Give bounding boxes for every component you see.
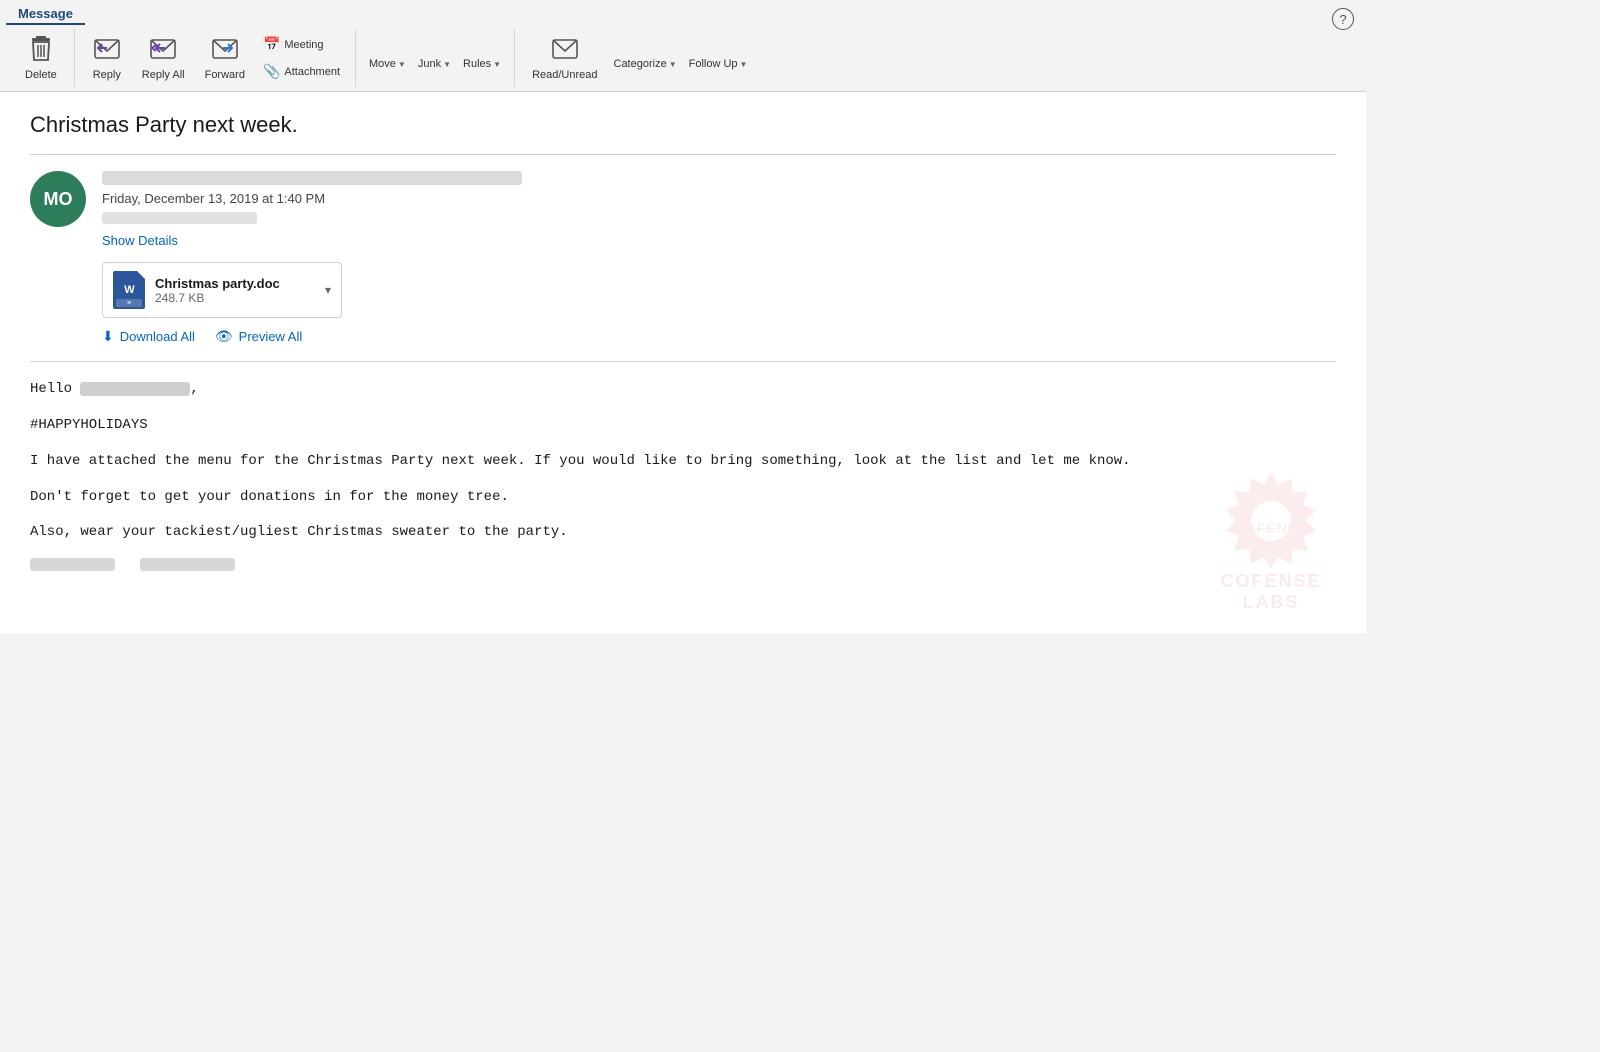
meeting-attachment-group: 📅 Meeting 📎 Attachment: [256, 32, 347, 84]
forward-label: Forward: [205, 68, 245, 82]
email-date: Friday, December 13, 2019 at 1:40 PM: [102, 191, 1336, 206]
rules-label: Rules: [463, 58, 491, 70]
forward-button[interactable]: Forward: [196, 29, 254, 87]
reply-icon: [93, 34, 121, 66]
body-signature: [30, 557, 1336, 581]
watermark: COFENSE COFENSE LABS: [1196, 463, 1346, 613]
rules-button[interactable]: Rules ▼: [458, 41, 506, 75]
move-button[interactable]: Move ▼: [364, 41, 411, 75]
junk-dropdown-arrow: ▼: [443, 60, 451, 69]
categorize-label: Categorize: [614, 58, 667, 70]
attachment-size: 248.7 KB: [155, 291, 315, 305]
email-subject: Christmas Party next week.: [30, 112, 1336, 138]
help-button[interactable]: ?: [1332, 8, 1354, 30]
reply-label: Reply: [93, 68, 121, 82]
move-label: Move: [369, 58, 396, 70]
read-unread-button[interactable]: Read/Unread: [523, 29, 606, 87]
follow-up-label: Follow Up: [689, 58, 738, 70]
meeting-button[interactable]: 📅 Meeting: [256, 32, 347, 57]
ribbon: Message ? Del: [0, 0, 1366, 92]
forward-icon: [211, 34, 239, 66]
attachment-name: Christmas party.doc: [155, 276, 315, 291]
attachment-section: W ≡ Christmas party.doc 248.7 KB ▾ ⬇ Dow…: [102, 262, 1336, 345]
download-icon: ⬇: [102, 328, 114, 345]
sig-name-blurred: [30, 558, 115, 571]
email-body: Hello , #HAPPYHOLIDAYS I have attached t…: [30, 378, 1336, 613]
sender-details: Friday, December 13, 2019 at 1:40 PM Sho…: [102, 171, 1336, 250]
junk-button[interactable]: Junk ▼: [413, 41, 456, 75]
recipient-blurred: [102, 212, 257, 224]
attachment-button[interactable]: 📎 Attachment: [256, 59, 347, 84]
follow-up-button[interactable]: Follow Up ▼: [684, 41, 753, 75]
body-hashtag: #HAPPYHOLIDAYS: [30, 414, 1336, 438]
move-dropdown-arrow: ▼: [398, 60, 406, 69]
delete-icon: [27, 34, 55, 66]
read-unread-label: Read/Unread: [532, 68, 597, 82]
preview-icon: 👁: [215, 328, 233, 345]
reply-all-button[interactable]: Reply All: [133, 29, 194, 87]
categorize-button[interactable]: Categorize ▼: [609, 41, 682, 75]
reply-button[interactable]: Reply: [83, 29, 131, 87]
attachment-icon: 📎: [263, 63, 280, 80]
sig-title-blurred: [140, 558, 235, 571]
junk-label: Junk: [418, 58, 441, 70]
read-unread-icon: [551, 34, 579, 66]
attachment-card[interactable]: W ≡ Christmas party.doc 248.7 KB ▾: [102, 262, 342, 318]
avatar: MO: [30, 171, 86, 227]
body-divider: [30, 361, 1336, 362]
svg-text:COFENSE: COFENSE: [1234, 520, 1309, 536]
preview-all-label: Preview All: [239, 329, 303, 344]
email-meta: MO Friday, December 13, 2019 at 1:40 PM …: [30, 171, 1336, 250]
delete-button[interactable]: Delete: [16, 29, 66, 87]
ribbon-toolbar: Delete Reply: [0, 25, 1366, 91]
attachment-actions: ⬇ Download All 👁 Preview All: [102, 328, 1336, 345]
word-icon: W ≡: [113, 271, 145, 309]
ribbon-group-tags: Read/Unread Categorize ▼: [515, 29, 760, 87]
delete-label: Delete: [25, 68, 57, 82]
body-paragraph-2: Don't forget to get your donations in fo…: [30, 486, 1336, 510]
show-details-link[interactable]: Show Details: [102, 233, 178, 248]
ribbon-group-delete: Delete: [8, 29, 75, 87]
follow-up-dropdown-arrow: ▼: [740, 60, 748, 69]
ribbon-group-manage: Move ▼ Junk ▼: [356, 29, 515, 87]
preview-all-button[interactable]: 👁 Preview All: [215, 328, 302, 345]
sender-name-blurred: [102, 171, 522, 185]
header-divider: [30, 154, 1336, 155]
meeting-icon: 📅: [263, 36, 280, 53]
rules-dropdown-arrow: ▼: [493, 60, 501, 69]
attachment-info: Christmas party.doc 248.7 KB: [155, 276, 315, 305]
download-all-label: Download All: [120, 329, 195, 344]
body-greeting: Hello ,: [30, 378, 1336, 402]
categorize-dropdown-arrow: ▼: [669, 60, 677, 69]
recipient-name-blurred: [80, 382, 190, 396]
attachment-chevron-icon: ▾: [325, 283, 331, 297]
body-paragraph-1: I have attached the menu for the Christm…: [30, 450, 1336, 474]
body-paragraph-3: Also, wear your tackiest/ugliest Christm…: [30, 521, 1336, 545]
ribbon-group-respond: Reply Reply All: [75, 29, 356, 87]
download-all-button[interactable]: ⬇ Download All: [102, 328, 195, 345]
ribbon-title: Message: [6, 0, 85, 25]
email-content: Christmas Party next week. MO Friday, De…: [0, 92, 1366, 633]
reply-all-icon: [149, 34, 177, 66]
reply-all-label: Reply All: [142, 68, 185, 82]
meeting-label: Meeting: [284, 39, 323, 51]
attachment-label: Attachment: [284, 66, 340, 78]
